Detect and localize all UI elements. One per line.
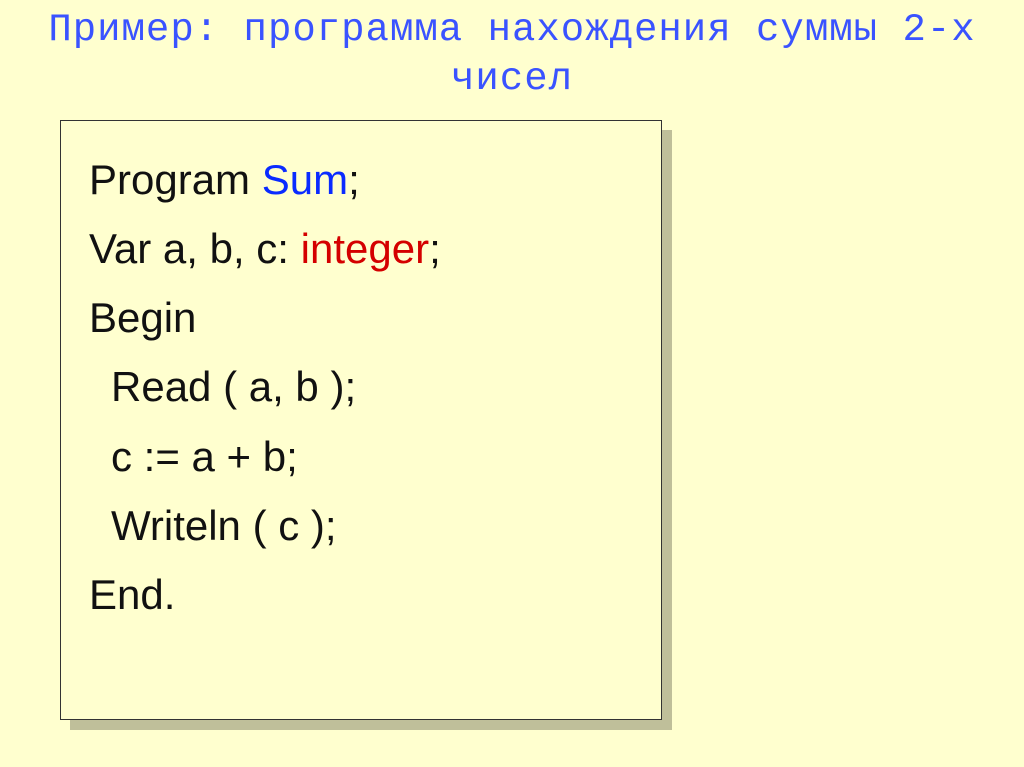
code-box: Program Sum; Var a, b, c: integer; Begin… xyxy=(60,120,662,720)
code-text: End. xyxy=(89,571,175,618)
code-block: Program Sum; Var a, b, c: integer; Begin… xyxy=(60,120,662,720)
code-line-1: Program Sum; xyxy=(89,145,633,214)
slide-title: Пример: программа нахождения суммы 2-х ч… xyxy=(0,0,1024,114)
code-line-7: End. xyxy=(89,560,633,629)
code-text: c := a + b; xyxy=(111,433,298,480)
code-text: Program xyxy=(89,156,262,203)
type-keyword: integer xyxy=(301,225,429,272)
code-line-3: Begin xyxy=(89,283,633,352)
code-text: Begin xyxy=(89,294,196,341)
code-text: Read ( a, b ); xyxy=(111,363,356,410)
code-text: ; xyxy=(348,156,360,203)
code-text: ; xyxy=(429,225,441,272)
program-name: Sum xyxy=(262,156,348,203)
code-text: Var a, b, c: xyxy=(89,225,301,272)
code-line-6: Writeln ( c ); xyxy=(89,491,633,560)
code-line-4: Read ( a, b ); xyxy=(89,352,633,421)
code-line-5: c := a + b; xyxy=(89,422,633,491)
code-line-2: Var a, b, c: integer; xyxy=(89,214,633,283)
code-text: Writeln ( c ); xyxy=(111,502,337,549)
